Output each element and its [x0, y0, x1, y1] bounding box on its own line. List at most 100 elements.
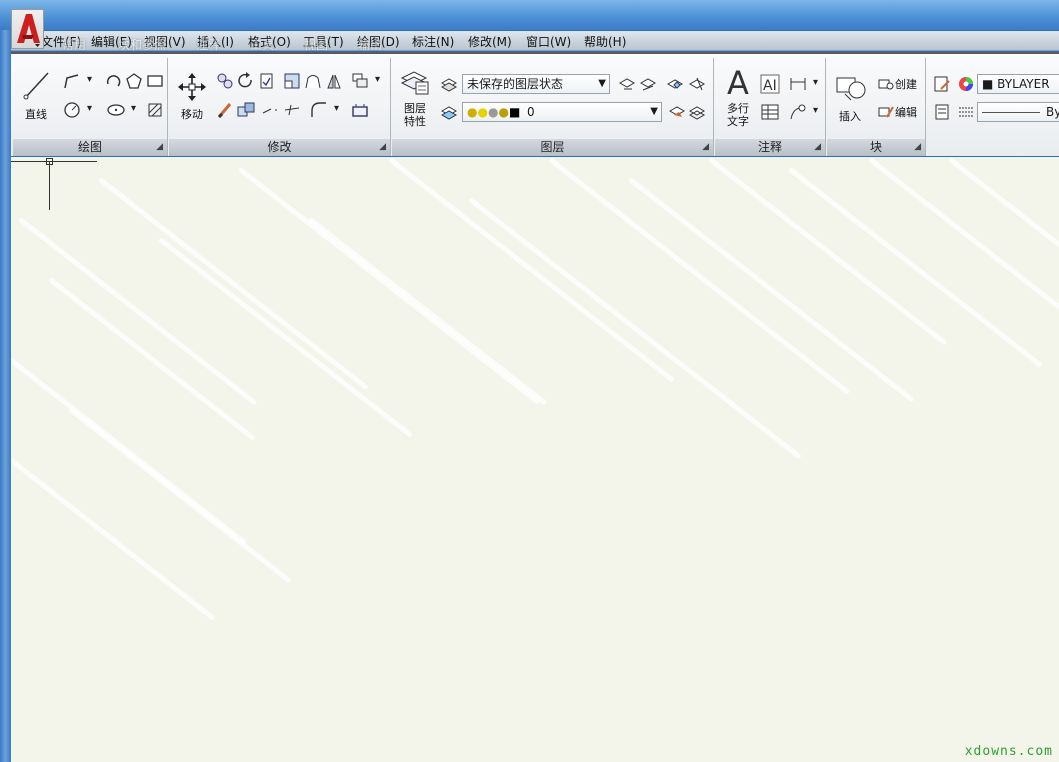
- trim-icon[interactable]: [255, 70, 277, 92]
- dimension-icon[interactable]: [787, 73, 818, 95]
- background-streak: [707, 157, 948, 346]
- dialog-launcher-icon[interactable]: ◢: [156, 139, 163, 156]
- panel-draw-title[interactable]: 绘图 ◢: [13, 139, 167, 156]
- explode-icon[interactable]: [235, 99, 257, 121]
- panel-draw-title-text: 绘图: [77, 140, 102, 154]
- erase-icon[interactable]: [214, 99, 236, 121]
- layer-state-dropdown[interactable]: 未保存的图层状态 ▼: [462, 74, 610, 94]
- single-line-text-icon[interactable]: AI: [759, 73, 781, 95]
- tab-view[interactable]: 视图: [304, 36, 328, 53]
- dialog-launcher-icon[interactable]: ◢: [814, 139, 821, 156]
- array-icon[interactable]: [349, 70, 380, 92]
- arc-icon[interactable]: [103, 70, 125, 92]
- window-left-border: [0, 30, 11, 762]
- drawing-canvas[interactable]: [11, 157, 1059, 762]
- panel-layers-title-text: 图层: [540, 140, 565, 154]
- color-value: BYLAYER: [997, 77, 1050, 91]
- layer-merge-icon[interactable]: [686, 101, 708, 123]
- tab-home[interactable]: 常用: [62, 36, 86, 53]
- current-layer-value: 0: [527, 105, 535, 119]
- break-icon[interactable]: [261, 99, 301, 121]
- tab-output[interactable]: 输出: [358, 36, 382, 53]
- create-block-icon[interactable]: [875, 73, 897, 95]
- fillet-icon[interactable]: [308, 99, 339, 121]
- watermark: xdowns.com: [964, 744, 1053, 759]
- menu-window[interactable]: 窗口(W): [526, 33, 571, 50]
- background-streak: [17, 217, 258, 406]
- layer-properties-icon[interactable]: [400, 66, 430, 96]
- copy-icon[interactable]: [214, 70, 236, 92]
- autocad-logo-icon: [17, 14, 40, 47]
- panel-modify: 移动 修改 ◢: [169, 58, 391, 156]
- line-label[interactable]: 直线: [21, 108, 51, 121]
- layer-walk-icon[interactable]: [666, 101, 688, 123]
- layer-off-icon[interactable]: [686, 73, 708, 95]
- move-label[interactable]: 移动: [175, 108, 209, 121]
- layer-state-value: 未保存的图层状态: [467, 77, 564, 91]
- layer-state-icon[interactable]: [438, 73, 460, 95]
- background-streak: [467, 197, 802, 460]
- panel-annotation-title[interactable]: 注释 ◢: [715, 139, 825, 156]
- lineweight-icon[interactable]: [955, 101, 977, 123]
- insert-block-label[interactable]: 插入: [833, 110, 867, 123]
- layer-status-icons: ●●●●■: [467, 103, 527, 121]
- leader-icon[interactable]: [787, 101, 818, 123]
- polygon-icon[interactable]: [123, 70, 145, 92]
- dialog-launcher-icon[interactable]: ◢: [702, 139, 709, 156]
- edit-block-icon[interactable]: [875, 101, 897, 123]
- color-swatch-icon: ■: [508, 105, 521, 119]
- layer-match-icon[interactable]: [664, 73, 686, 95]
- color-wheel-icon[interactable]: [955, 73, 977, 95]
- mirror-icon[interactable]: [323, 70, 345, 92]
- dialog-launcher-icon[interactable]: ◢: [914, 139, 921, 156]
- dialog-launcher-icon[interactable]: ◢: [379, 139, 386, 156]
- ellipse-icon[interactable]: [105, 99, 136, 121]
- circle-icon[interactable]: [61, 99, 92, 121]
- move-icon[interactable]: [177, 72, 207, 102]
- crosshair-horizontal: [11, 161, 97, 162]
- layer-dropdown[interactable]: ●●●●■ 0 ▼: [462, 102, 662, 122]
- polyline-icon[interactable]: [61, 70, 92, 92]
- tab-annotate[interactable]: 注释: [196, 36, 220, 53]
- ribbon: 直线 绘图 ◢ 移动 修改 ◢ 图层 特性: [11, 52, 1059, 156]
- table-icon[interactable]: [759, 101, 781, 123]
- offset-icon[interactable]: [349, 99, 371, 121]
- plot-icon: ●: [498, 105, 509, 119]
- layer-previous-icon[interactable]: [616, 73, 638, 95]
- background-streak: [307, 217, 548, 406]
- rotate-icon[interactable]: [235, 70, 257, 92]
- menu-bar: 文件(F) 编辑(E) 视图(V) 插入(I) 格式(O) 工具(T) 绘图(D…: [11, 31, 1059, 51]
- svg-text:AI: AI: [763, 78, 777, 94]
- background-streak: [67, 407, 292, 584]
- multiline-text-icon[interactable]: A: [723, 64, 753, 102]
- stretch-icon[interactable]: [302, 70, 324, 92]
- multiline-text-label[interactable]: 多行 文字: [719, 102, 757, 128]
- panel-block-title[interactable]: 块 ◢: [827, 139, 925, 156]
- panel-layers-title[interactable]: 图层 ◢: [392, 139, 713, 156]
- application-menu-button[interactable]: [11, 9, 44, 49]
- match-properties-icon[interactable]: [931, 73, 953, 95]
- panel-modify-title[interactable]: 修改 ◢: [169, 139, 390, 156]
- layer-properties-label[interactable]: 图层 特性: [396, 102, 434, 128]
- crosshair-vertical: [49, 161, 50, 210]
- edit-block-label[interactable]: 编辑: [895, 106, 917, 119]
- menu-help[interactable]: 帮助(H): [584, 33, 626, 50]
- rectangle-icon[interactable]: [144, 70, 166, 92]
- linetype-dropdown[interactable]: By: [977, 102, 1059, 122]
- color-dropdown[interactable]: ■ BYLAYER: [977, 74, 1059, 94]
- list-icon[interactable]: [931, 101, 953, 123]
- hatch-icon[interactable]: [144, 99, 166, 121]
- menu-dimension[interactable]: 标注(N): [412, 33, 454, 50]
- scale-icon[interactable]: [281, 70, 303, 92]
- menu-modify[interactable]: 修改(M): [468, 33, 512, 50]
- create-block-label[interactable]: 创建: [895, 78, 917, 91]
- line-icon[interactable]: [23, 70, 51, 100]
- panel-draw: 直线 绘图 ◢: [13, 58, 168, 156]
- tab-blocks[interactable]: 块和参照: [118, 36, 166, 53]
- layer-isolate-icon[interactable]: [637, 73, 659, 95]
- make-current-icon[interactable]: [438, 101, 460, 123]
- background-streak: [947, 157, 1059, 297]
- tab-tools[interactable]: 工具: [250, 36, 274, 53]
- panel-annotation-title-text: 注释: [757, 140, 782, 154]
- insert-block-icon[interactable]: [835, 72, 867, 102]
